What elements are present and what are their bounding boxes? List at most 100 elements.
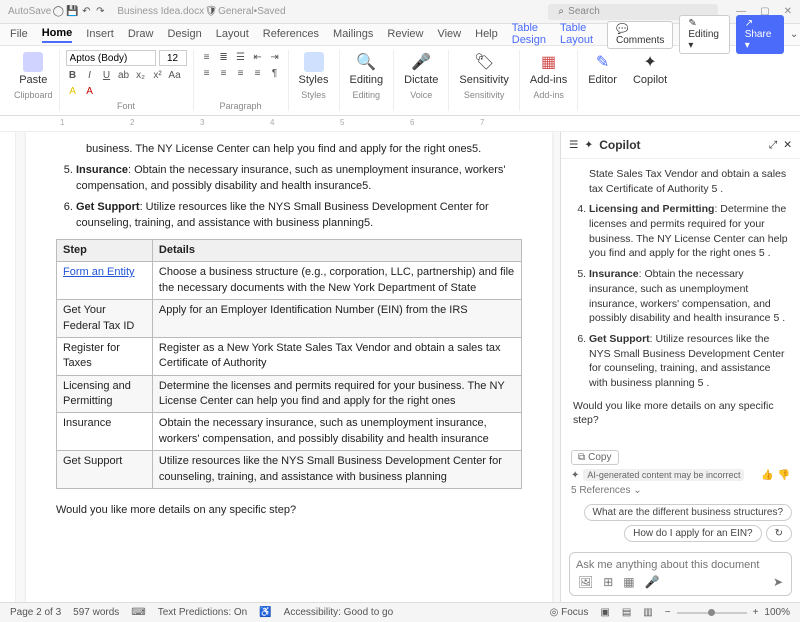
align-right-icon[interactable]: ≡	[234, 66, 248, 80]
view-web-icon[interactable]: ▥	[643, 607, 652, 618]
thumbs-down-icon[interactable]: 👎	[778, 470, 790, 481]
italic-icon[interactable]: I	[83, 68, 97, 82]
sensitivity-button[interactable]: 🏷Sensitivity	[455, 50, 513, 88]
autosave-toggle[interactable]: ◯	[51, 5, 65, 19]
col-details: Details	[152, 239, 521, 261]
refresh-suggestions[interactable]: ↻	[766, 525, 792, 542]
editing-menu[interactable]: 🔍Editing	[346, 50, 388, 88]
bold-icon[interactable]: B	[66, 68, 80, 82]
bullets-icon[interactable]: ≡	[200, 50, 214, 64]
table-row: Get SupportUtilize resources like the NY…	[57, 451, 522, 489]
subscript-icon[interactable]: x₂	[134, 68, 148, 82]
numbering-icon[interactable]: ≣	[217, 50, 231, 64]
document-page[interactable]: business. The NY License Center can help…	[26, 132, 552, 602]
copilot-input-box[interactable]: 🖼 ⊞ ▦ 🎤 ➤	[569, 552, 792, 596]
status-bar: Page 2 of 3 597 words ⌨ Text Predictions…	[0, 602, 800, 622]
strike-icon[interactable]: ab	[117, 68, 131, 82]
editor-button[interactable]: ✎Editor	[584, 50, 621, 88]
document-name: Business Idea.docx	[117, 6, 204, 17]
zoom-slider[interactable]	[677, 612, 747, 614]
copilot-logo-icon: ✦	[584, 139, 593, 151]
dictate-button[interactable]: 🎤Dictate	[400, 50, 442, 88]
align-left-icon[interactable]: ≡	[200, 66, 214, 80]
redo-icon[interactable]: ↷	[93, 5, 107, 19]
font-name-select[interactable]	[66, 50, 156, 66]
expand-icon[interactable]: ⤢	[769, 139, 777, 152]
references-toggle[interactable]: 5 References ⌄	[571, 485, 790, 496]
tab-draw[interactable]: Draw	[128, 28, 154, 42]
comments-button[interactable]: 💬 Comments	[607, 21, 673, 49]
justify-icon[interactable]: ≡	[251, 66, 265, 80]
share-button[interactable]: ↗ Share ▾	[736, 15, 784, 54]
editing-button[interactable]: ✎ Editing ▾	[679, 15, 729, 54]
undo-icon[interactable]: ↶	[79, 5, 93, 19]
tab-insert[interactable]: Insert	[86, 28, 114, 42]
view-print-icon[interactable]: ▤	[622, 607, 631, 618]
tab-mailings[interactable]: Mailings	[333, 28, 373, 42]
zoom-out[interactable]: −	[665, 607, 671, 618]
followup-text: Would you like more details on any speci…	[56, 503, 522, 518]
horizontal-ruler[interactable]: 1234567	[0, 116, 800, 132]
align-center-icon[interactable]: ≡	[217, 66, 231, 80]
tab-view[interactable]: View	[437, 28, 461, 42]
multilevel-icon[interactable]: ☰	[234, 50, 248, 64]
tab-table-design[interactable]: Table Design	[512, 22, 546, 48]
suggestion-chip[interactable]: What are the different business structur…	[584, 504, 792, 521]
accessibility-status[interactable]: Accessibility: Good to go	[284, 607, 394, 618]
highlight-icon[interactable]: A	[66, 84, 80, 98]
close-pane-icon[interactable]: ✕	[783, 139, 792, 151]
mic-icon[interactable]: 🎤	[645, 575, 660, 589]
tab-layout[interactable]: Layout	[216, 28, 249, 42]
suggestion-chip[interactable]: How do I apply for an EIN?	[624, 525, 762, 542]
indent-dec-icon[interactable]: ⇤	[251, 50, 265, 64]
tab-table-layout[interactable]: Table Layout	[560, 22, 593, 48]
table-row: Get Your Federal Tax IDApply for an Empl…	[57, 300, 522, 338]
font-color-icon[interactable]: A	[83, 84, 97, 98]
underline-icon[interactable]: U	[100, 68, 114, 82]
page-status[interactable]: Page 2 of 3	[10, 607, 61, 618]
copy-button[interactable]: ⧉ Copy	[571, 450, 619, 465]
pilcrow-icon[interactable]: ¶	[268, 66, 282, 80]
thumbs-up-icon[interactable]: 👍	[761, 470, 773, 481]
sparkle-icon: ✦	[571, 470, 579, 481]
steps-table[interactable]: StepDetails Form an EntityChoose a busin…	[56, 239, 522, 489]
tab-review[interactable]: Review	[387, 28, 423, 42]
tab-references[interactable]: References	[263, 28, 319, 42]
zoom-level[interactable]: 100%	[764, 607, 790, 618]
save-icon[interactable]: 💾	[65, 5, 79, 19]
hamburger-icon[interactable]: ☰	[569, 139, 578, 151]
copilot-followup: Would you like more details on any speci…	[573, 399, 788, 428]
copilot-button[interactable]: ✦Copilot	[629, 50, 671, 88]
group-font: Font	[117, 101, 135, 111]
indent-inc-icon[interactable]: ⇥	[268, 50, 282, 64]
tab-home[interactable]: Home	[42, 27, 73, 43]
styles-button[interactable]: Styles	[295, 50, 333, 88]
grid-icon[interactable]: ⊞	[603, 575, 613, 589]
tab-file[interactable]: File	[10, 28, 28, 42]
search-icon: ⌕	[554, 5, 568, 19]
zoom-in[interactable]: +	[753, 607, 759, 618]
document-area[interactable]: business. The NY License Center can help…	[0, 132, 560, 602]
case-icon[interactable]: Aa	[168, 68, 182, 82]
tab-design[interactable]: Design	[167, 28, 201, 42]
search-placeholder: Search	[568, 6, 600, 17]
attach-icon[interactable]: 🖼	[578, 575, 593, 589]
focus-mode[interactable]: ◎ Focus	[550, 607, 589, 618]
predictions-icon: ⌨	[131, 607, 145, 618]
vertical-ruler[interactable]	[0, 132, 16, 602]
text-predictions[interactable]: Text Predictions: On	[158, 607, 247, 618]
table-row: Form an EntityChoose a business structur…	[57, 262, 522, 300]
tab-help[interactable]: Help	[475, 28, 498, 42]
apps-icon[interactable]: ▦	[623, 575, 634, 589]
addins-button[interactable]: ▦Add-ins	[526, 50, 571, 88]
collapse-ribbon-icon[interactable]: ⌄	[790, 28, 799, 42]
view-read-icon[interactable]: ▣	[600, 607, 609, 618]
group-editing: Editing	[353, 90, 381, 100]
send-icon[interactable]: ➤	[773, 575, 783, 589]
font-size-select[interactable]	[159, 50, 187, 66]
paste-button[interactable]: Paste	[15, 50, 51, 88]
copilot-pane: ☰ ✦ Copilot ⤢ ✕ State Sales Tax Vendor a…	[560, 132, 800, 602]
copilot-input[interactable]	[576, 559, 785, 571]
word-count[interactable]: 597 words	[73, 607, 119, 618]
superscript-icon[interactable]: x²	[151, 68, 165, 82]
